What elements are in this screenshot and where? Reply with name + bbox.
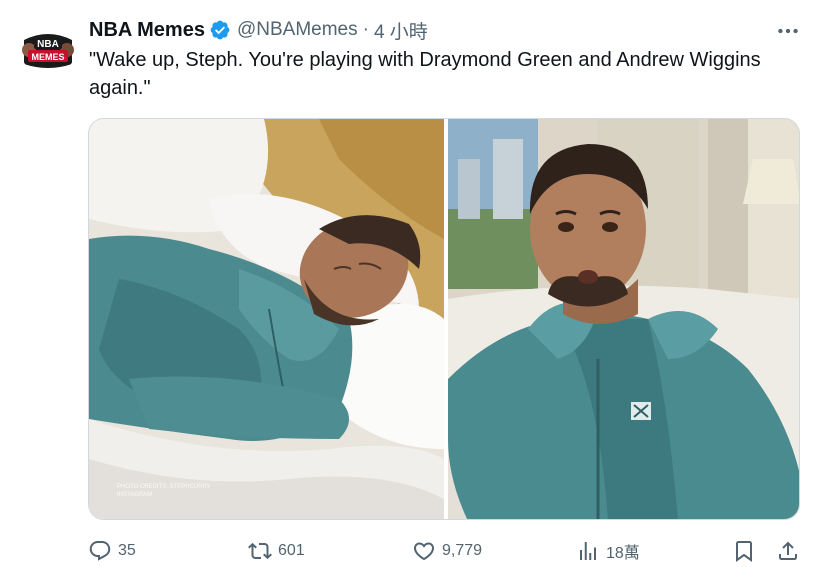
bookmark-button[interactable] xyxy=(732,534,756,568)
verified-badge-icon[interactable] xyxy=(209,19,231,41)
handle[interactable]: @NBAMemes xyxy=(237,19,358,41)
repost-count: 601 xyxy=(278,542,305,559)
separator-dot: · xyxy=(362,19,369,40)
svg-text:NBA: NBA xyxy=(37,39,59,50)
avatar[interactable]: NBA MEMES xyxy=(20,20,76,76)
share-icon xyxy=(779,541,797,560)
photo-credit-text: PHOTO CREDITS: STEPHCURRY INSTAGRAM xyxy=(117,484,211,498)
retweet-icon xyxy=(248,542,272,560)
reply-icon xyxy=(89,541,111,561)
tweet-card[interactable]: NBA MEMES NBA Memes @NBAMemes · 4 小時 "Wa… xyxy=(0,0,817,579)
display-name[interactable]: NBA Memes xyxy=(89,19,205,42)
views-count: 18萬 xyxy=(606,545,640,562)
timestamp[interactable]: 4 小時 xyxy=(374,17,428,44)
media-grid[interactable]: PHOTO CREDITS: STEPHCURRY INSTAGRAM xyxy=(88,118,800,520)
more-options-button[interactable] xyxy=(771,16,805,46)
like-button[interactable]: 9,779 xyxy=(412,534,482,568)
bookmark-icon xyxy=(736,541,752,562)
repost-button[interactable]: 601 xyxy=(248,534,305,568)
action-bar: 35 601 9,779 18萬 xyxy=(88,534,800,568)
like-count: 9,779 xyxy=(442,542,483,559)
svg-text:MEMES: MEMES xyxy=(31,52,64,62)
heart-icon xyxy=(413,542,435,561)
photo-sleeping[interactable]: PHOTO CREDITS: STEPHCURRY INSTAGRAM xyxy=(89,119,444,519)
tweet-header: NBA Memes @NBAMemes · 4 小時 xyxy=(89,17,428,43)
views-bar-chart-icon xyxy=(580,542,596,560)
views-button[interactable]: 18萬 xyxy=(576,534,640,568)
share-button[interactable] xyxy=(776,534,800,568)
more-horizontal-icon xyxy=(778,28,798,34)
reply-button[interactable]: 35 xyxy=(88,534,136,568)
tweet-text: "Wake up, Steph. You're playing with Dra… xyxy=(89,49,761,99)
photo-awake[interactable] xyxy=(448,119,799,519)
nba-memes-logo: NBA MEMES xyxy=(21,21,75,75)
reply-count: 35 xyxy=(118,542,136,559)
